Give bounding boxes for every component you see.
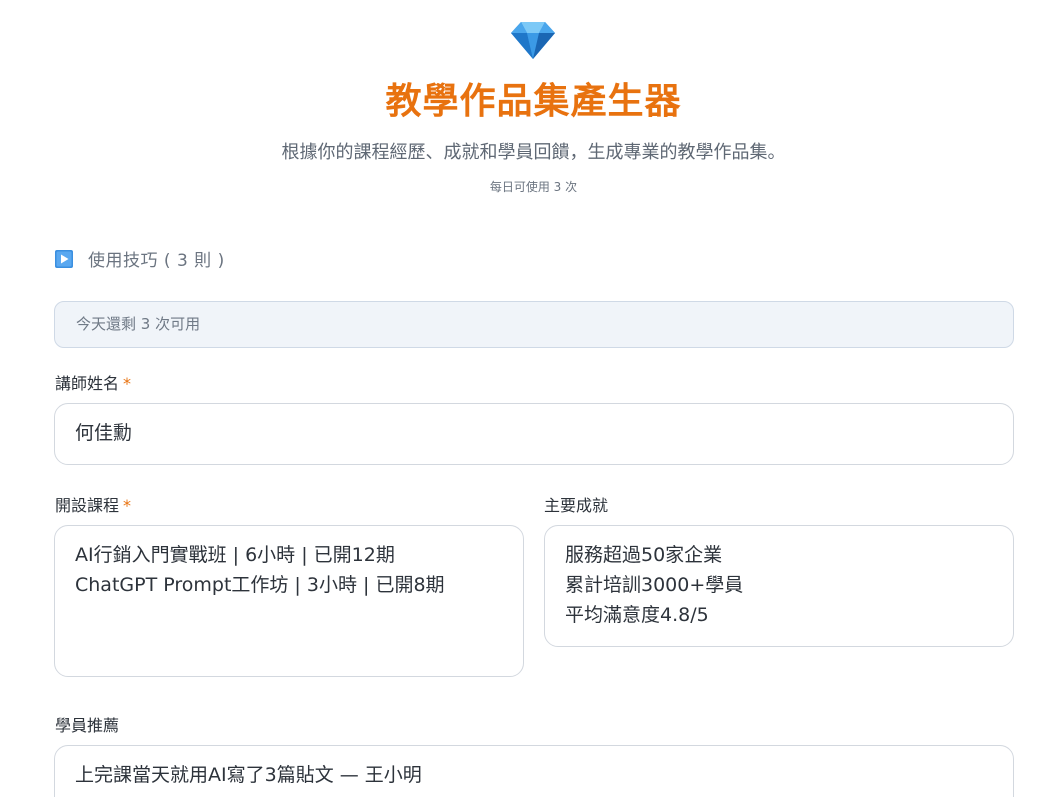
page-title: 教學作品集產生器 [385,81,682,122]
required-mark: * [123,374,132,393]
testimonials-label: 學員推薦 [55,716,120,735]
tips-toggle[interactable]: 使用技巧 ( 3 則 ) [55,246,225,271]
achievements-label: 主要成就 [544,496,609,515]
play-icon [55,249,73,268]
courses-label-text: 開設課程 [55,496,120,515]
tips-label: 使用技巧 ( 3 則 ) [88,251,225,271]
page: 教學作品集產生器 根據你的課程經歷、成就和學員回饋，生成專業的教學作品集。 每日… [0,0,1043,797]
instructor-name-label-text: 講師姓名 [55,374,120,393]
daily-limit-text: 每日可使用 3 次 [489,180,578,194]
instructor-name-input[interactable]: 何佳勳 [54,403,1014,465]
achievements-textarea[interactable]: 服務超過50家企業 累計培訓3000+學員 平均滿意度4.8/5 [544,525,1014,647]
courses-textarea[interactable]: AI行銷入門實戰班 | 6小時 | 已開12期 ChatGPT Prompt工作… [54,525,524,677]
instructor-name-label: 講師姓名 * [55,370,131,394]
diamond-icon [511,22,555,59]
page-subtitle: 根據你的課程經歷、成就和學員回饋，生成專業的教學作品集。 [281,142,786,163]
courses-label: 開設課程 * [55,492,131,516]
testimonials-textarea[interactable]: 上完課當天就用AI寫了3篇貼文 — 王小明 [54,745,1014,797]
required-mark: * [123,496,132,515]
remaining-uses-notice: 今天還剩 3 次可用 [54,301,1014,348]
